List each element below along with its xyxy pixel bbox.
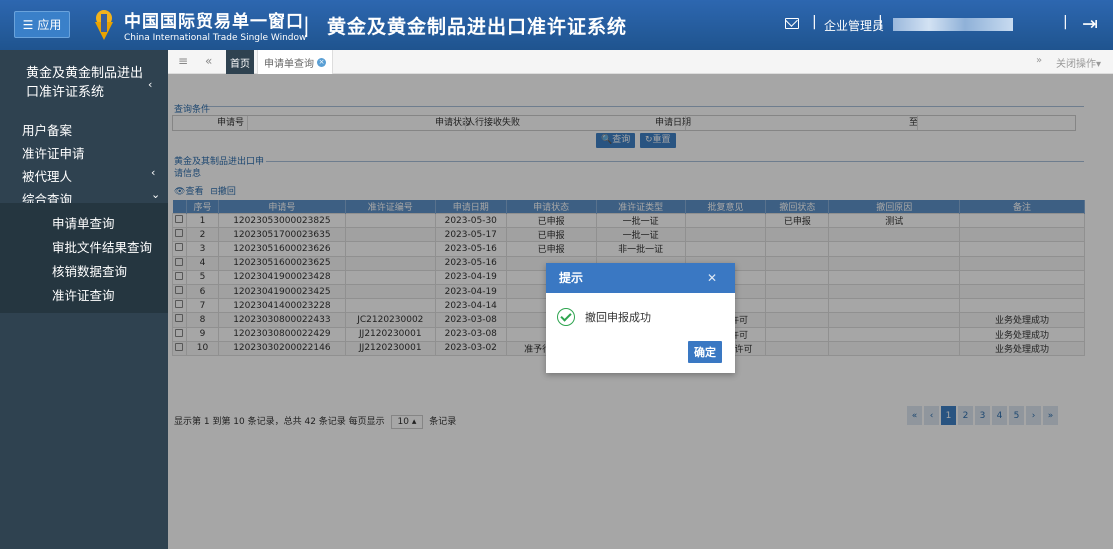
- dialog-message: 撤回申报成功: [585, 311, 651, 324]
- system-title: 黄金及黄金制品进出口准许证系统: [327, 16, 628, 38]
- logout-icon[interactable]: ⇥: [1082, 13, 1098, 35]
- tab-bar: ≡ « 首页 申请单查询 × » 关闭操作▾: [168, 50, 1113, 74]
- sidebar-subitem-approval-query[interactable]: 审批文件结果查询: [52, 237, 152, 256]
- app-menu-label: 应用: [37, 18, 62, 32]
- masked-username: [893, 18, 1013, 31]
- divider: |: [1063, 14, 1068, 30]
- app-menu-button[interactable]: ☰ 应用: [14, 11, 70, 38]
- sidebar-title: 黄金及黄金制品进出口准许证系统: [26, 66, 144, 100]
- close-icon[interactable]: ✕: [707, 263, 717, 293]
- tab-label: 申请单查询: [264, 58, 314, 70]
- single-window-logo-icon: [95, 10, 113, 40]
- sidebar-submenu: 申请单查询 审批文件结果查询 核销数据查询 准许证查询: [0, 203, 168, 313]
- sidebar-subitem-application-query[interactable]: 申请单查询: [52, 213, 115, 232]
- sidebar-item-agent[interactable]: 被代理人: [22, 166, 72, 185]
- top-bar: ☰ 应用 中国国际贸易单一窗口 China International Trad…: [0, 0, 1113, 50]
- sidebar: 黄金及黄金制品进出口准许证系统 ‹ 用户备案 准许证申请 被代理人 ‹ 综合查询…: [0, 50, 168, 549]
- scroll-right-icon[interactable]: »: [1036, 55, 1042, 66]
- close-operations-menu[interactable]: 关闭操作▾: [1056, 55, 1101, 70]
- divider: |: [878, 14, 883, 30]
- brand-cn: 中国国际贸易单一窗口: [124, 12, 304, 32]
- dialog-header: 提示 ✕: [546, 263, 735, 293]
- check-circle-icon: [557, 308, 575, 326]
- user-role[interactable]: 企业管理员: [824, 17, 884, 34]
- ok-button[interactable]: 确定: [688, 341, 722, 363]
- chevron-left-icon: ‹: [151, 166, 156, 179]
- mail-icon[interactable]: [785, 18, 799, 29]
- sidebar-item-user-record[interactable]: 用户备案: [22, 120, 72, 139]
- scroll-left-icon[interactable]: «: [205, 54, 212, 68]
- sidebar-item-permit-apply[interactable]: 准许证申请: [22, 143, 85, 162]
- menu-icon: ☰: [22, 17, 34, 32]
- brand-en: China International Trade Single Window: [124, 33, 307, 43]
- close-ops-label: 关闭操作: [1056, 59, 1096, 70]
- title-divider: |: [303, 13, 310, 37]
- brand: 中国国际贸易单一窗口 China International Trade Sin…: [124, 7, 306, 43]
- alert-dialog: 提示 ✕ 撤回申报成功 确定: [546, 263, 735, 373]
- tab-home[interactable]: 首页: [226, 50, 254, 74]
- chevron-down-icon: ⌄: [151, 188, 161, 201]
- menu-icon[interactable]: ≡: [178, 54, 188, 68]
- sidebar-subitem-writeoff-query[interactable]: 核销数据查询: [52, 261, 127, 280]
- dialog-title: 提示: [559, 271, 584, 285]
- sidebar-subitem-permit-query[interactable]: 准许证查询: [52, 285, 115, 304]
- sidebar-collapse-icon[interactable]: ‹: [148, 78, 152, 91]
- divider: |: [812, 14, 817, 30]
- close-icon[interactable]: ×: [317, 57, 326, 67]
- dialog-message-row: 撤回申报成功: [557, 308, 651, 326]
- tab-application-query[interactable]: 申请单查询 ×: [257, 50, 333, 74]
